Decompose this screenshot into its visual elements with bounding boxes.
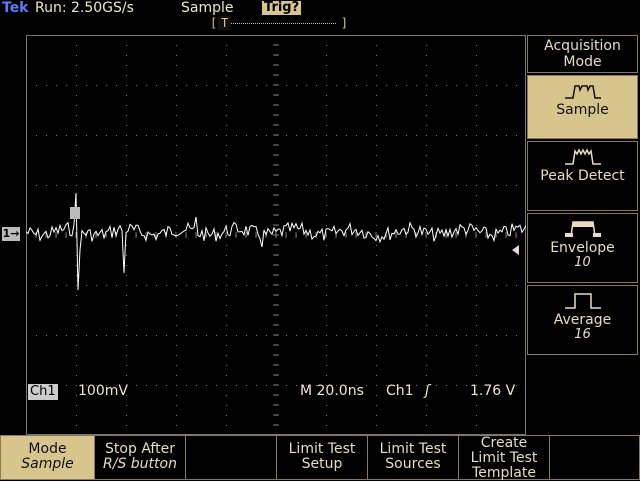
trigger-level-readout: 1.76 V: [470, 383, 516, 399]
trigger-status: Trig?: [262, 0, 302, 15]
trigger-point-marker: [70, 207, 80, 219]
waveform-display: [26, 35, 526, 435]
trigger-source-readout: Ch1: [386, 383, 414, 399]
bottom-menu: Mode Sample Stop After R/S button Limit …: [0, 435, 640, 481]
timebase-readout: M 20.0ns: [300, 383, 364, 399]
side-button-label: Average: [553, 312, 612, 328]
envelope-waveform-icon: [564, 221, 601, 237]
side-button-label: Peak Detect: [540, 168, 625, 184]
ch1-vertical-scale: 100mV: [78, 383, 128, 399]
trigger-slope-icon: ʃ: [425, 383, 430, 399]
bottom-button-stop-after[interactable]: Stop After R/S button: [94, 435, 186, 480]
status-bar: Tek Run: 2.50GS/s Sample Trig? [ T ]: [0, 0, 528, 34]
bottom-button-mode[interactable]: Mode Sample: [0, 435, 95, 480]
average-waveform-icon: [564, 293, 601, 309]
side-menu-title: Acquisition Mode: [527, 35, 638, 73]
graticule: [26, 35, 526, 435]
bottom-button-limit-test-sources[interactable]: Limit Test Sources: [367, 435, 459, 480]
side-button-peak-detect[interactable]: Peak Detect: [527, 141, 638, 211]
bottom-button-blank[interactable]: [549, 435, 640, 480]
side-button-label: Sample: [556, 102, 609, 118]
side-menu: Acquisition Mode Sample Peak Detect Enve…: [527, 35, 640, 435]
side-button-label: Envelope: [550, 240, 615, 256]
trigger-position-marker: T: [218, 16, 232, 30]
peak-detect-waveform-icon: [564, 148, 601, 165]
side-button-envelope[interactable]: Envelope 10: [527, 213, 638, 283]
side-button-average[interactable]: Average 16: [527, 285, 638, 355]
ch1-readout-label: Ch1: [28, 384, 58, 400]
run-status: Run: 2.50GS/s: [35, 0, 134, 16]
sample-waveform-icon: [564, 85, 601, 99]
acquisition-mode-status: Sample: [181, 0, 234, 16]
channel1-ground-marker[interactable]: 1→: [2, 227, 20, 241]
bottom-button-create-template[interactable]: Create Limit Test Template: [458, 435, 550, 481]
bottom-button-empty[interactable]: [185, 435, 277, 480]
side-button-sample[interactable]: Sample: [527, 75, 638, 139]
side-button-value: 16: [574, 327, 591, 342]
trigger-position-bar: [ T ]: [210, 16, 348, 30]
side-button-value: 10: [574, 255, 591, 270]
brand-label: Tek: [2, 0, 29, 16]
bottom-button-limit-test-setup[interactable]: Limit Test Setup: [276, 435, 368, 480]
trigger-level-arrow-icon: [512, 245, 519, 255]
